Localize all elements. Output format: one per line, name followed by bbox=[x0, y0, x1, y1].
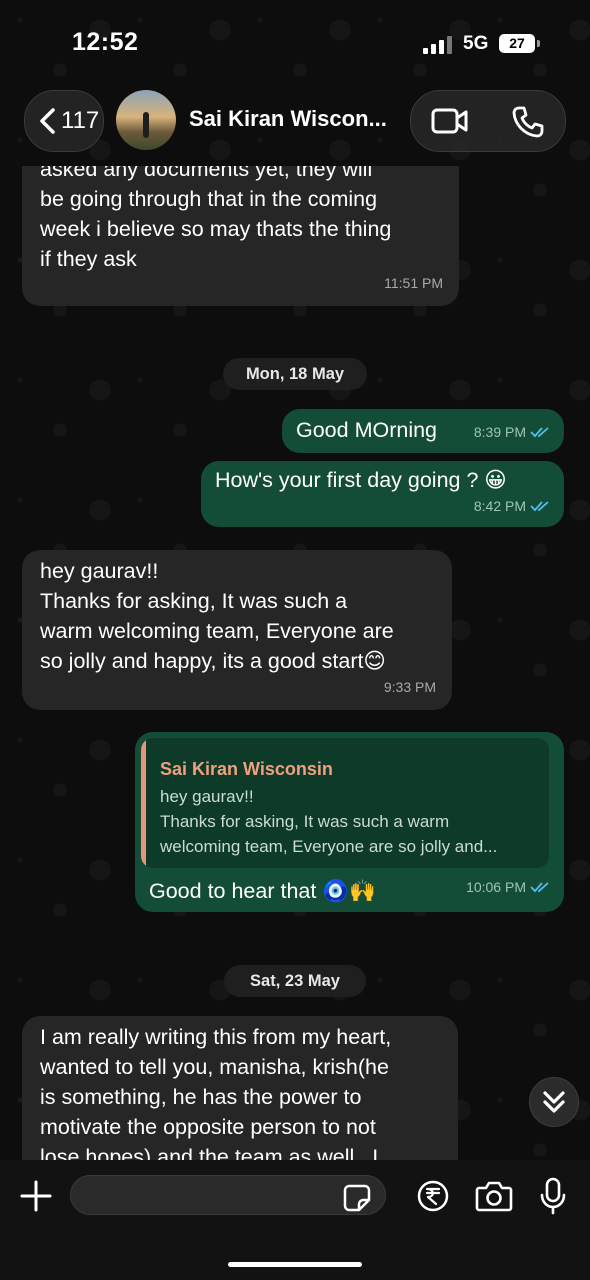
scroll-to-bottom-button[interactable] bbox=[529, 1077, 579, 1127]
message-time: 8:39 PM bbox=[473, 424, 526, 440]
home-indicator[interactable] bbox=[228, 1262, 362, 1267]
battery-icon: 27 bbox=[499, 34, 535, 53]
message-time: 11:51 PM bbox=[384, 275, 443, 291]
message-text: hey gaurav!! Thanks for asking, It was s… bbox=[40, 559, 394, 673]
message-outgoing[interactable]: How's your first day going ? 😀 8:42 PM bbox=[201, 461, 564, 527]
network-type: 5G bbox=[463, 33, 489, 54]
quoted-message[interactable]: Sai Kiran Wisconsin hey gaurav!! Thanks … bbox=[141, 738, 549, 868]
call-actions bbox=[410, 90, 566, 152]
read-ticks-icon bbox=[530, 427, 549, 438]
quoted-text: hey gaurav!! Thanks for asking, It was s… bbox=[160, 787, 498, 856]
cellular-signal-icon bbox=[423, 34, 453, 54]
video-call-icon[interactable] bbox=[431, 107, 469, 135]
message-text: How's your first day going ? 😀 bbox=[215, 468, 507, 492]
plus-icon[interactable] bbox=[18, 1178, 54, 1214]
message-text: I am really writing this from my heart, … bbox=[40, 1025, 392, 1160]
contact-name[interactable]: Sai Kiran Wiscon... bbox=[189, 106, 387, 132]
chevron-left-icon bbox=[40, 108, 55, 134]
message-input[interactable] bbox=[70, 1175, 386, 1215]
read-ticks-icon bbox=[530, 882, 549, 893]
avatar-photo-figure bbox=[143, 112, 149, 138]
avatar[interactable] bbox=[116, 90, 176, 150]
read-ticks-icon bbox=[530, 501, 549, 512]
message-outgoing-reply[interactable]: Sai Kiran Wisconsin hey gaurav!! Thanks … bbox=[135, 732, 564, 912]
status-time: 12:52 bbox=[72, 28, 139, 56]
quote-accent-bar bbox=[141, 738, 146, 868]
message-time: 10:06 PM bbox=[466, 879, 526, 895]
phone-icon[interactable] bbox=[511, 105, 545, 139]
status-bar: 12:52 5G 27 bbox=[0, 0, 590, 90]
unread-count: 117 bbox=[61, 107, 100, 134]
chat-header: 117 Sai Kiran Wiscon... bbox=[0, 86, 590, 162]
message-text: Good to hear that 🧿🙌 bbox=[149, 879, 376, 903]
message-time: 8:42 PM bbox=[473, 498, 526, 514]
message-text: I hope so too gaurav, but they haven't a… bbox=[40, 166, 392, 271]
date-separator: Sat, 23 May bbox=[224, 965, 366, 997]
message-outgoing[interactable]: Good MOrning 8:39 PM bbox=[282, 409, 564, 453]
camera-icon[interactable] bbox=[475, 1180, 513, 1212]
quoted-sender-name: Sai Kiran Wisconsin bbox=[160, 759, 333, 779]
message-incoming[interactable]: I am really writing this from my heart, … bbox=[22, 1016, 458, 1160]
sticker-icon[interactable] bbox=[343, 1184, 371, 1212]
message-incoming[interactable]: hey gaurav!! Thanks for asking, It was s… bbox=[22, 550, 452, 710]
message-list[interactable]: I hope so too gaurav, but they haven't a… bbox=[0, 166, 590, 1160]
message-text: Good MOrning bbox=[296, 418, 438, 442]
message-incoming[interactable]: I hope so too gaurav, but they haven't a… bbox=[22, 166, 459, 306]
date-separator: Mon, 18 May bbox=[223, 358, 367, 390]
battery-tip bbox=[537, 40, 540, 47]
back-button[interactable]: 117 bbox=[24, 90, 104, 152]
rupee-payment-icon[interactable] bbox=[417, 1180, 449, 1212]
message-time: 9:33 PM bbox=[383, 679, 436, 695]
double-chevron-down-icon bbox=[543, 1091, 565, 1113]
microphone-icon[interactable] bbox=[540, 1177, 566, 1215]
